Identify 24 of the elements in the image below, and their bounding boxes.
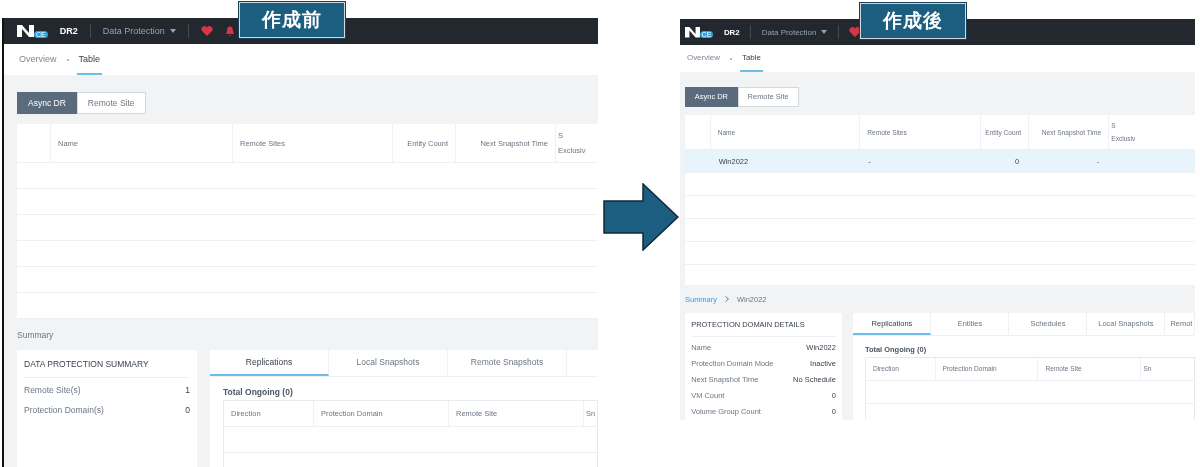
chevron-icon (724, 296, 729, 302)
arrow-icon (603, 183, 679, 251)
detail-label: Remote Site(s) (24, 385, 81, 395)
toggle-button[interactable]: Remote Site (76, 92, 146, 114)
detail-value: 0 (185, 405, 190, 415)
dot-icon (66, 58, 69, 61)
heart-icon[interactable] (849, 27, 862, 37)
dot-icon (729, 57, 732, 60)
caret-icon (169, 29, 176, 33)
card-title: DATA PROTECTION SUMMARY (24, 350, 190, 378)
detail-tab[interactable]: Replications (210, 350, 329, 376)
menu-dropdown[interactable]: Data Protection (102, 26, 176, 36)
caption-label: 作成後 (860, 3, 966, 39)
nav-tab[interactable]: Table (76, 44, 103, 75)
detail-label: Protection Domain(s) (24, 405, 104, 415)
caption-label: 作成前 (239, 2, 345, 38)
ongoing-title: Total Ongoing (0) (222, 386, 294, 399)
cluster-name: DR2 (59, 26, 78, 36)
toggle-button[interactable]: Async DR (17, 92, 77, 114)
detail-value: 1 (185, 385, 190, 395)
breadcrumb-item[interactable]: Summary (17, 329, 54, 340)
nav-tab[interactable]: Overview (17, 44, 59, 75)
caret-icon (821, 30, 828, 34)
bell-icon[interactable] (224, 25, 235, 37)
